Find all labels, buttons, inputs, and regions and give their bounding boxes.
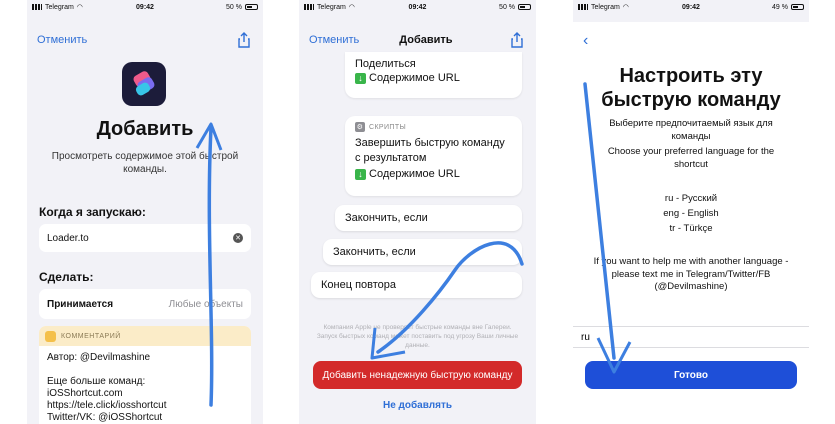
share-action-label: Поделиться — [355, 58, 416, 70]
signal-icon — [32, 4, 42, 10]
download-icon: ↓ — [355, 72, 366, 84]
accepts-label: Принимается — [47, 298, 114, 310]
nav-bar: Отменить — [37, 32, 253, 48]
phone-screen-configure-shortcut: Telegram ◠ 09:42 49 % ‹ Настроить эту быс… — [573, 0, 809, 424]
battery-percent: 49 % — [772, 3, 788, 11]
language-option-ru: ru - Русский — [664, 193, 718, 204]
url-content-badge[interactable]: ↓ Содержимое URL — [355, 72, 460, 84]
cancel-button[interactable]: Отменить — [37, 34, 87, 46]
input-field[interactable]: Loader.to ✕ — [39, 224, 251, 252]
carrier-label: Telegram — [45, 3, 74, 11]
comment-header-label: КОММЕНТАРИЙ — [61, 332, 121, 340]
comment-card: КОММЕНТАРИЙ Автор: @Devilmashine Еще бол… — [39, 326, 251, 424]
status-bar: Telegram ◠ 09:42 50 % — [299, 0, 536, 14]
share-icon[interactable] — [237, 32, 251, 48]
end-repeat-action[interactable]: Конец повтора — [311, 272, 522, 298]
carrier-label: Telegram — [591, 3, 620, 11]
accepts-value: Любые объекты — [168, 298, 243, 310]
end-if-action-1[interactable]: Закончить, если — [335, 205, 522, 231]
comment-icon — [45, 330, 56, 342]
url-content-label: Содержимое URL — [369, 168, 460, 180]
wifi-icon: ◠ — [76, 4, 83, 11]
shortcuts-app-icon — [122, 62, 166, 106]
end-if-action-2[interactable]: Закончить, если — [323, 239, 522, 265]
add-untrusted-shortcut-button[interactable]: Добавить ненадежную быструю команду — [313, 361, 522, 389]
comment-body: Автор: @Devilmashine Еще больше команд: … — [47, 352, 167, 423]
cancel-button[interactable]: Отменить — [309, 34, 359, 46]
phone-screen-add-shortcut: Telegram ◠ 09:42 50 % Отменить Добавить П… — [27, 0, 263, 424]
clock: 09:42 — [136, 3, 154, 11]
finish-action-label: Завершить быструю команду с результатом — [355, 137, 505, 164]
clock: 09:42 — [408, 3, 427, 11]
prompt-en: Choose your preferred language for the s… — [607, 146, 775, 170]
scripts-header: ⚙ СКРИПТЫ — [355, 122, 512, 132]
clock: 09:42 — [682, 3, 700, 11]
prompt-ru: Выберите предпочитаемый язык для команды — [609, 118, 773, 142]
language-input-value: ru — [581, 331, 590, 343]
share-icon[interactable] — [510, 32, 524, 48]
battery-percent: 50 % — [499, 3, 516, 11]
wifi-icon: ◠ — [348, 4, 355, 11]
battery-percent: 50 % — [226, 3, 242, 11]
status-bar: Telegram ◠ 09:42 49 % — [573, 0, 809, 14]
page-subtitle: Просмотреть содержимое этой быстрой кома… — [51, 151, 239, 175]
disclaimer-text: Компания Apple не проверяет быстрые кома… — [316, 324, 519, 349]
url-content-badge[interactable]: ↓ Содержимое URL — [355, 168, 460, 180]
screenshot-collage: Telegram ◠ 09:42 50 % Отменить Добавить П… — [0, 0, 835, 424]
nav-title: Добавить — [399, 34, 453, 46]
battery-icon — [244, 4, 258, 10]
page-title: Настроить эту быструю команду — [601, 65, 781, 111]
signal-icon — [578, 4, 588, 10]
finish-action-card[interactable]: ⚙ СКРИПТЫ Завершить быструю команду с рез… — [345, 116, 522, 196]
do-label: Сделать: — [39, 270, 94, 284]
url-content-label: Содержимое URL — [369, 72, 460, 84]
share-action-card[interactable]: Поделиться ↓ Содержимое URL — [345, 52, 522, 98]
wifi-icon: ◠ — [622, 4, 629, 11]
scripts-header-label: СКРИПТЫ — [369, 123, 407, 131]
done-button[interactable]: Готово — [585, 361, 797, 389]
download-icon: ↓ — [355, 168, 366, 180]
help-text: If you want to help me with another lang… — [593, 256, 789, 292]
dont-add-button[interactable]: Не добавлять — [299, 400, 536, 411]
comment-header: КОММЕНТАРИЙ — [39, 326, 251, 346]
phone-screen-untrusted-shortcut: Telegram ◠ 09:42 50 % Отменить Добавить П… — [299, 0, 536, 424]
language-option-en: eng - English — [663, 208, 719, 219]
battery-icon — [790, 4, 804, 10]
input-value: Loader.to — [47, 232, 89, 244]
language-input[interactable]: ru — [573, 326, 809, 348]
page-title: Добавить — [96, 118, 194, 140]
carrier-label: Telegram — [317, 3, 346, 11]
language-option-tr: tr - Türkçe — [669, 223, 713, 234]
status-bar-bg — [573, 14, 809, 22]
back-chevron-icon[interactable]: ‹ — [583, 32, 588, 50]
accepts-row[interactable]: Принимается Любые объекты — [39, 289, 251, 319]
gear-icon: ⚙ — [355, 122, 365, 132]
nav-bar: Отменить Добавить — [309, 32, 526, 48]
signal-icon — [304, 4, 314, 10]
status-bar: Telegram ◠ 09:42 50 % — [27, 0, 263, 14]
battery-icon — [518, 4, 532, 10]
when-run-label: Когда я запускаю: — [39, 205, 146, 219]
clear-icon[interactable]: ✕ — [233, 233, 243, 243]
